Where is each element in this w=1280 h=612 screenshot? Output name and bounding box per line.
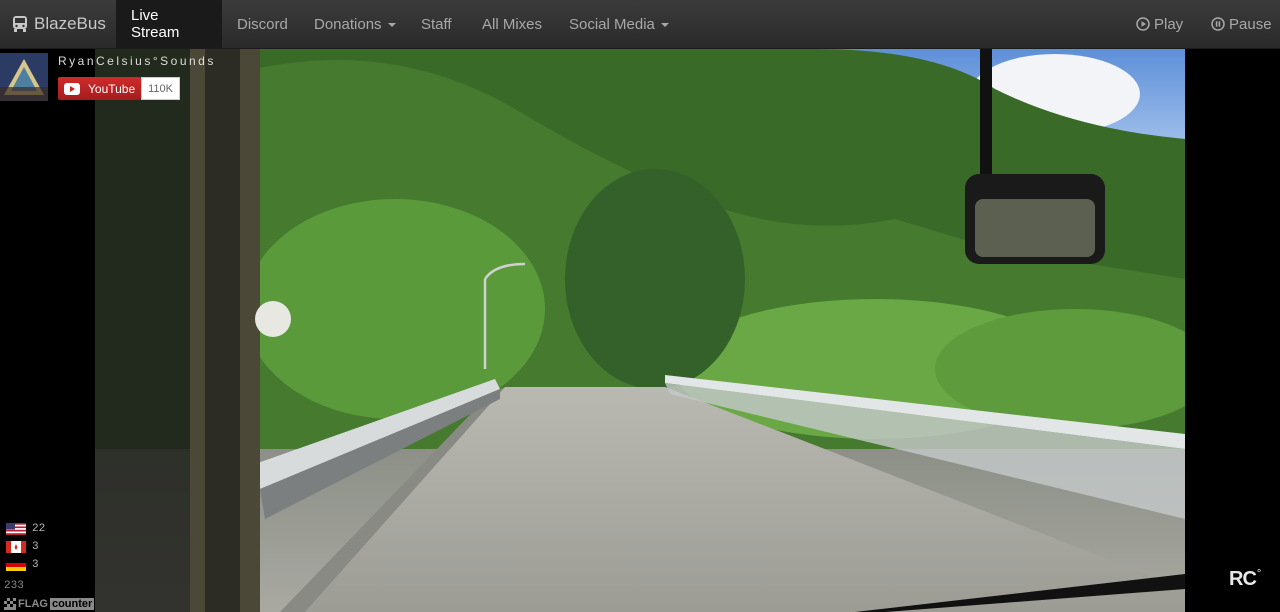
- checkered-flag-icon: [4, 598, 16, 610]
- pause-button[interactable]: Pause: [1196, 0, 1280, 48]
- play-label: Play: [1154, 15, 1184, 33]
- nav-discord[interactable]: Discord: [222, 0, 303, 48]
- nav-social-media[interactable]: Social Media: [554, 0, 684, 48]
- nav-staff[interactable]: Staff: [406, 0, 467, 48]
- caret-down-icon: [387, 23, 396, 27]
- nav-all-mixes-label: All Mixes: [482, 15, 543, 33]
- brand[interactable]: BlazeBus: [12, 0, 106, 48]
- ca-flag-icon: [6, 540, 26, 553]
- flag-count: 3: [32, 540, 39, 553]
- nav-live-stream[interactable]: Live Stream: [116, 0, 222, 48]
- bus-icon: [13, 16, 27, 32]
- nav-donations-label: Donations: [314, 15, 382, 33]
- nav-donations[interactable]: Donations: [299, 0, 411, 48]
- rc-watermark-text: RC: [1229, 568, 1257, 590]
- youtube-play-icon: [64, 82, 80, 95]
- nav-social-media-label: Social Media: [569, 15, 655, 33]
- flag-brand-label: FLAG: [18, 598, 48, 610]
- subscriber-count: 110K: [141, 77, 180, 100]
- flag-counter-widget[interactable]: 22 3 3 233 FLAG counter: [0, 516, 108, 612]
- video-frame-scene: [95, 49, 1185, 612]
- flag-brand-counter: counter: [49, 598, 95, 610]
- us-flag-icon: [6, 522, 26, 535]
- pause-label: Pause: [1229, 15, 1272, 33]
- flag-total: 233: [4, 580, 24, 592]
- flag-count: 3: [32, 558, 39, 571]
- de-flag-icon: [6, 558, 26, 571]
- video-player[interactable]: [95, 49, 1185, 612]
- channel-avatar[interactable]: [0, 53, 48, 101]
- nav-live-stream-label: Live Stream: [131, 7, 180, 41]
- flag-row: 3: [6, 558, 39, 571]
- nav-discord-label: Discord: [237, 15, 288, 33]
- rc-watermark-mark: °: [1256, 568, 1262, 580]
- caret-down-icon: [660, 23, 669, 27]
- youtube-label: YouTube: [88, 81, 136, 96]
- channel-logo-icon: [0, 53, 48, 101]
- flag-count: 22: [32, 522, 46, 535]
- rc-watermark: RC°: [1229, 568, 1262, 591]
- brand-label: BlazeBus: [34, 14, 106, 33]
- navbar: BlazeBus Live Stream Discord Donations S…: [0, 0, 1280, 49]
- pause-circle-icon: [1211, 17, 1225, 31]
- flag-row: 3: [6, 540, 39, 553]
- flag-counter-logo: FLAG counter: [4, 597, 95, 611]
- play-button[interactable]: Play: [1121, 0, 1198, 48]
- nav-staff-label: Staff: [421, 15, 452, 33]
- youtube-subscribe-button[interactable]: YouTube: [58, 77, 141, 100]
- channel-name[interactable]: RyanCelsius°Sounds: [58, 54, 216, 68]
- nav-all-mixes[interactable]: All Mixes: [467, 0, 557, 48]
- play-circle-icon: [1136, 17, 1150, 31]
- flag-row: 22: [6, 522, 45, 535]
